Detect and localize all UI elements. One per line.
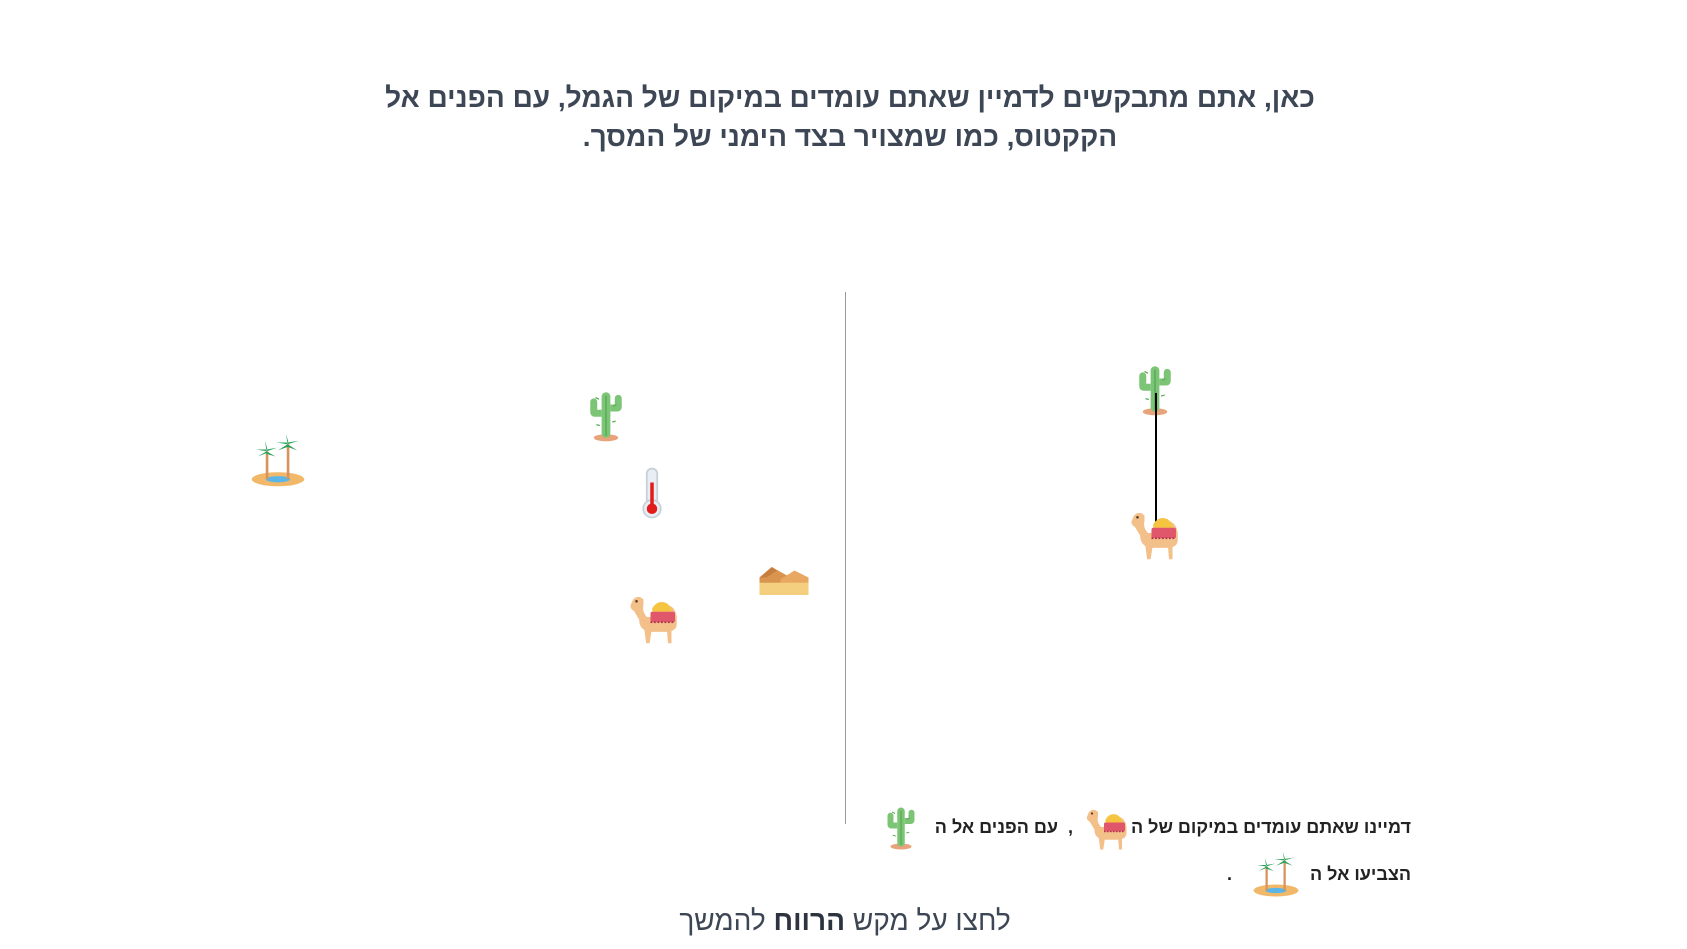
- center-divider: [845, 292, 846, 824]
- task-camel-icon: [1083, 803, 1131, 851]
- instruction-line-2: הקקטוס, כמו שמצויר בצד הימני של המסך.: [582, 121, 1118, 152]
- thermometer-icon[interactable]: [624, 465, 680, 521]
- task-cactus-icon: [877, 803, 925, 851]
- oasis-icon[interactable]: [250, 432, 306, 488]
- experiment-screen: כאן, אתם מתבקשים לדמיין שאתם עומדים במיק…: [0, 0, 1687, 949]
- instruction-text: כאן, אתם מתבקשים לדמיין שאתם עומדים במיק…: [300, 78, 1400, 156]
- task-line-2: הצביעו אל ה .: [1227, 852, 1411, 896]
- continue-prefix: לחצו על מקש: [852, 905, 1011, 936]
- task-oasis-icon: [1252, 850, 1300, 898]
- sand-dunes-icon[interactable]: [756, 546, 812, 602]
- example-camel-icon: [1127, 505, 1183, 561]
- continue-suffix: להמשך: [679, 905, 766, 936]
- task-text-stand: דמיינו שאתם עומדים במיקום של ה: [1130, 816, 1411, 837]
- task-text-facing: עם הפנים אל ה: [934, 816, 1058, 837]
- task-period: .: [1226, 863, 1232, 884]
- task-comma: ,: [1067, 816, 1073, 837]
- continue-key: הרווח: [773, 905, 846, 936]
- cactus-icon[interactable]: [578, 387, 634, 443]
- task-line-1: דמיינו שאתם עומדים במיקום של ה , עם הפני…: [877, 805, 1411, 849]
- instruction-line-1: כאן, אתם מתבקשים לדמיין שאתם עומדים במיק…: [385, 82, 1315, 113]
- camel-icon[interactable]: [626, 589, 682, 645]
- task-text-point: הצביעו אל ה: [1309, 863, 1411, 884]
- continue-prompt: לחצו על מקש הרווח להמשך: [400, 905, 1290, 937]
